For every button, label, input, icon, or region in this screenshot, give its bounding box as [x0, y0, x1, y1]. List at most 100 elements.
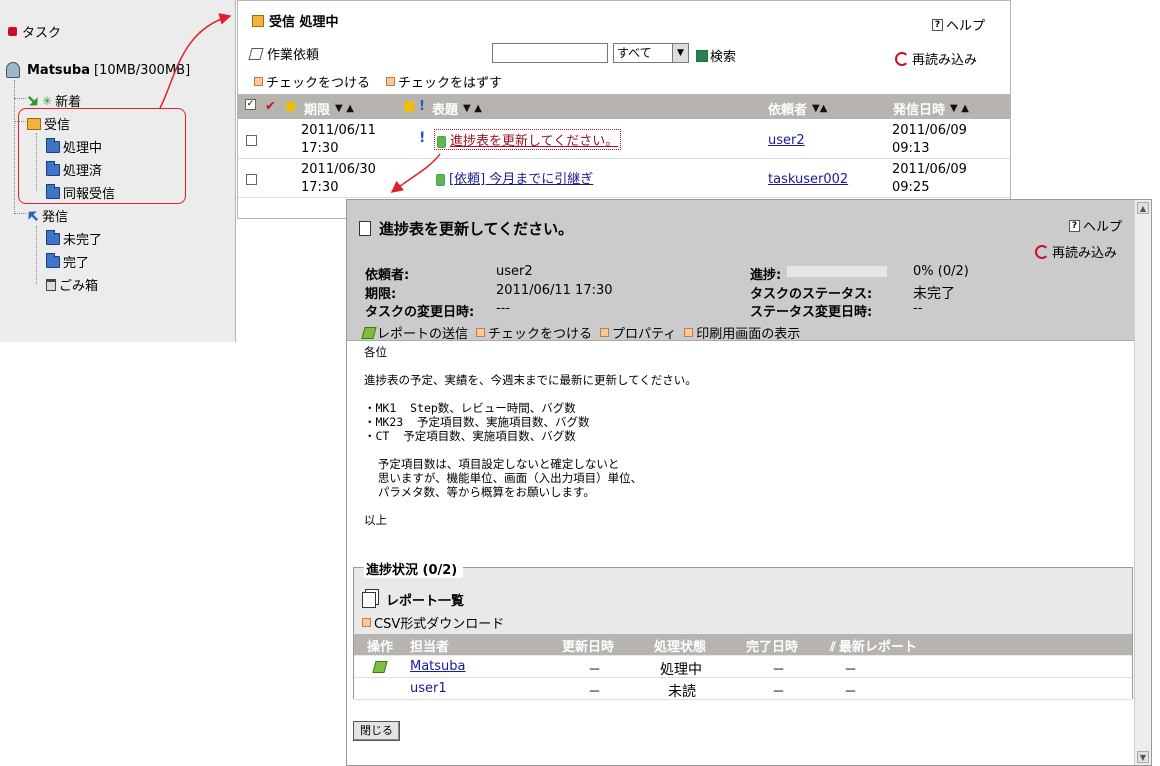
table-row[interactable]: 2011/06/30 17:30 [依頼] 今月までに引継ぎ taskuser0… — [238, 159, 1010, 198]
folder-icon — [46, 252, 60, 268]
edit-report-icon[interactable] — [372, 661, 388, 673]
subject-link[interactable]: 進捗表を更新してください。 — [434, 129, 622, 150]
sent-date: 2011/06/09 — [892, 123, 967, 138]
table-row: user1 － 未読 － － — [354, 678, 1132, 700]
sent-time: 09:13 — [892, 141, 930, 156]
col-assignee: 担当者 — [410, 640, 450, 655]
progress-section: 進捗状況 (0/2) レポート一覧 CSV形式ダウンロード 操作 担当者 更新日… — [353, 559, 1133, 700]
new-task-button[interactable]: 作業依頼 — [248, 44, 319, 63]
progress-label: 進捗: — [750, 268, 782, 283]
task-body: 各位 進捗表の予定、実績を、今週末までに最新に更新してください。 ・MK1 St… — [364, 345, 697, 527]
user-icon — [6, 62, 20, 78]
report-list-heading: レポート一覧 — [362, 590, 464, 609]
requester-link[interactable]: taskuser002 — [768, 172, 848, 187]
csv-download-link[interactable]: CSV形式ダウンロード — [362, 613, 504, 632]
deadline-date: 2011/06/30 — [301, 162, 376, 177]
deadline-time: 17:30 — [301, 180, 339, 195]
check-actions: チェックをつける チェックをはずす — [254, 72, 518, 91]
close-button[interactable]: 閉じる — [353, 721, 400, 741]
sidebar-item-incomplete[interactable]: 未完了 — [46, 229, 102, 248]
check-on-link[interactable]: チェックをつける — [266, 72, 370, 91]
progress-legend: 進捗状況 (0/2) — [364, 559, 464, 578]
sort-icon: ▼ ▲ — [463, 103, 482, 114]
deadline-label: 期限: — [365, 287, 397, 302]
lock-icon: ■ — [403, 99, 416, 114]
requester-value: user2 — [496, 264, 533, 279]
col-latest: ⫽ 最新レポート — [830, 640, 917, 655]
row-checkbox[interactable] — [246, 135, 257, 146]
inbox-icon — [252, 14, 264, 27]
new-task-icon — [248, 47, 264, 60]
trash-icon — [46, 278, 56, 291]
changed-label: タスクの変更日時: — [365, 305, 475, 320]
status-changed-label: ステータス変更日時: — [750, 305, 873, 320]
csv-icon — [362, 618, 371, 627]
print-view-link[interactable]: 印刷用画面の表示 — [684, 323, 800, 342]
check-icon — [476, 328, 486, 337]
priority-icon: ! — [419, 99, 425, 114]
requester-link[interactable]: user2 — [768, 133, 805, 148]
reload-button[interactable]: 再読み込み — [895, 49, 977, 68]
check-off-link[interactable]: チェックをはずす — [398, 72, 502, 91]
task-detail-window: 進捗表を更新してください。 ? ヘルプ 再読み込み 依頼者: user2 期限:… — [346, 199, 1152, 766]
requester-label: 依頼者: — [365, 268, 410, 283]
detail-actions: レポートの送信 チェックをつける プロパティ 印刷用画面の表示 — [361, 323, 808, 342]
folder-icon — [46, 229, 60, 245]
table-row: Matsuba － 処理中 － － — [354, 656, 1132, 678]
clipboard-icon — [436, 173, 445, 186]
task-status-value: 未完了 — [913, 286, 955, 302]
assignee-name: user1 — [410, 681, 447, 696]
uncheck-icon — [386, 77, 396, 86]
col-deadline[interactable]: 期限 ▼ ▲ — [304, 99, 354, 118]
help-link[interactable]: ? ヘルプ — [1069, 216, 1122, 235]
sparkle-icon: ✳ — [42, 93, 53, 108]
table-row[interactable]: 2011/06/11 17:30 ! 進捗表を更新してください。 user2 2… — [238, 120, 1010, 159]
subject-link[interactable]: [依頼] 今月までに引継ぎ — [436, 168, 593, 187]
checkmark-icon: ✔ — [265, 99, 276, 114]
col-state: 処理状態 — [654, 640, 707, 655]
send-report-link[interactable]: レポートの送信 — [361, 323, 468, 342]
reload-icon — [895, 51, 909, 66]
col-subject[interactable]: 表題 ▼ ▲ — [432, 99, 482, 118]
sidebar-item-trash[interactable]: ごみ箱 — [46, 275, 98, 294]
deadline-value: 2011/06/11 17:30 — [496, 283, 613, 298]
new-arrow-icon — [25, 92, 42, 109]
reload-button[interactable]: 再読み込み — [1035, 242, 1117, 261]
sidebar-item-complete[interactable]: 完了 — [46, 252, 89, 271]
changed-value: --- — [496, 301, 511, 316]
scrollbar[interactable]: ▲ ▼ — [1134, 200, 1151, 765]
user-name: Matsuba — [27, 62, 90, 78]
annotation-highlight-box — [18, 108, 186, 204]
priority-icon: ! — [419, 130, 426, 146]
list-title: 受信 処理中 — [252, 11, 339, 30]
search-button[interactable]: 検索 — [696, 46, 736, 65]
task-status-label: タスクのステータス: — [750, 287, 873, 302]
property-link[interactable]: プロパティ — [600, 323, 676, 342]
row-checkbox[interactable] — [246, 174, 257, 185]
report-list-icon — [362, 591, 376, 608]
col-sent[interactable]: 発信日時 ▼ ▲ — [893, 99, 969, 118]
check-on-link[interactable]: チェックをつける — [476, 323, 592, 342]
chevron-down-icon: ▼ — [672, 44, 688, 62]
scroll-up-icon[interactable]: ▲ — [1137, 202, 1149, 214]
col-op: 操作 — [367, 640, 394, 655]
help-link[interactable]: ? ヘルプ — [932, 15, 985, 34]
col-requester[interactable]: 依頼者 ▼▲ — [768, 99, 827, 118]
attachment-icon: ⫽ — [830, 640, 836, 655]
select-all-checkbox[interactable]: ✓ — [245, 99, 256, 110]
sort-icon: ▼ ▲ — [335, 103, 354, 114]
sort-icon: ▼ ▲ — [950, 103, 969, 114]
report-table-header: 操作 担当者 更新日時 処理状態 完了日時 ⫽ 最新レポート — [354, 634, 1132, 655]
scroll-down-icon[interactable]: ▼ — [1137, 751, 1149, 763]
search-icon — [696, 49, 708, 62]
filter-select[interactable]: すべて ▼ — [613, 43, 689, 63]
help-icon: ? — [932, 18, 943, 31]
assignee-link[interactable]: Matsuba — [410, 659, 466, 674]
deadline-date: 2011/06/11 — [301, 123, 376, 138]
search-input[interactable] — [492, 43, 608, 63]
sidebar-item-sent[interactable]: 発信 — [27, 206, 68, 225]
sidebar-title: タスク — [8, 22, 61, 41]
property-icon — [600, 328, 610, 337]
deadline-time: 17:30 — [301, 141, 339, 156]
alert-icon: ● — [285, 99, 297, 114]
